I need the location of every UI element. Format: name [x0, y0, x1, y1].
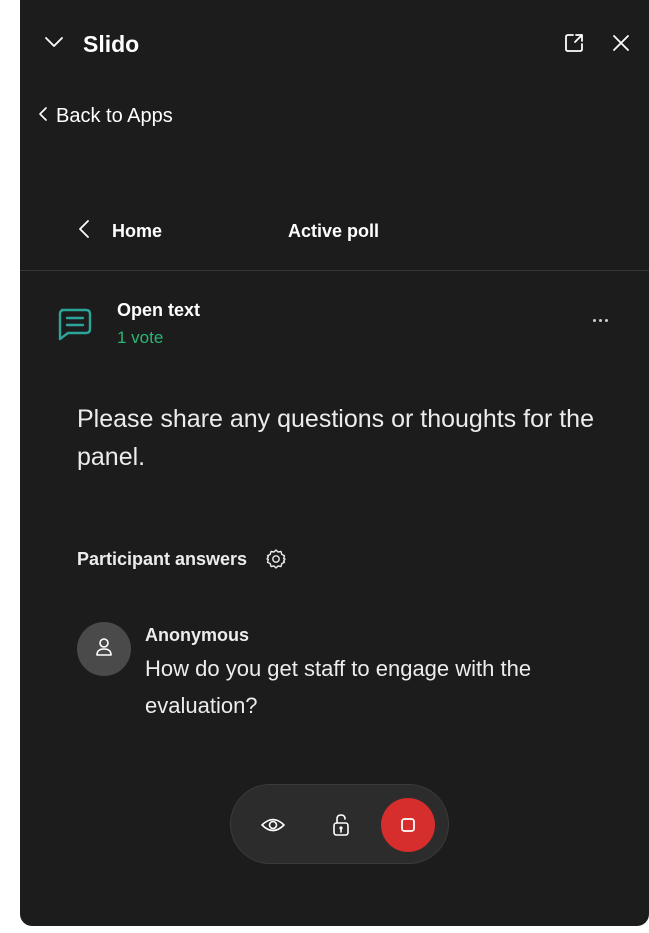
- home-label: Home: [112, 220, 163, 241]
- eye-icon[interactable]: [259, 811, 287, 839]
- home-button[interactable]: Home: [78, 216, 162, 246]
- person-icon: [93, 636, 115, 663]
- gear-icon[interactable]: [265, 548, 287, 570]
- participant-answers-heading: Participant answers: [77, 548, 248, 569]
- stop-icon[interactable]: [381, 798, 435, 852]
- open-text-poll-icon: [54, 304, 94, 344]
- answer-author: Anonymous: [145, 625, 250, 645]
- active-poll-title: Active poll: [288, 221, 380, 241]
- more-icon[interactable]: [586, 308, 614, 332]
- poll-control-bar: [230, 784, 449, 864]
- back-to-apps-link[interactable]: Back to Apps: [38, 102, 173, 130]
- popout-icon[interactable]: [561, 30, 587, 56]
- vote-count: 1 vote: [117, 328, 164, 347]
- close-icon[interactable]: [608, 30, 634, 56]
- chevron-left-icon: [78, 219, 90, 244]
- answer-text: How do you get staff to engage with the …: [145, 656, 532, 718]
- slido-panel: Slido Back to Apps Home Active poll Open…: [20, 0, 649, 926]
- back-to-apps-label: Back to Apps: [56, 104, 173, 127]
- poll-navigation: Home Active poll: [20, 200, 649, 271]
- title-bar: Slido: [20, 0, 649, 88]
- chevron-down-icon[interactable]: [42, 30, 66, 54]
- app-title: Slido: [83, 31, 140, 57]
- poll-type: Open text: [117, 300, 201, 320]
- unlock-icon[interactable]: [327, 810, 355, 840]
- poll-question: Please share any questions or thoughts f…: [77, 405, 594, 471]
- participant-answers-header: Participant answers: [77, 544, 287, 574]
- poll-header: Open text 1 vote: [20, 290, 649, 360]
- chevron-left-icon: [38, 106, 48, 127]
- avatar: [77, 622, 131, 676]
